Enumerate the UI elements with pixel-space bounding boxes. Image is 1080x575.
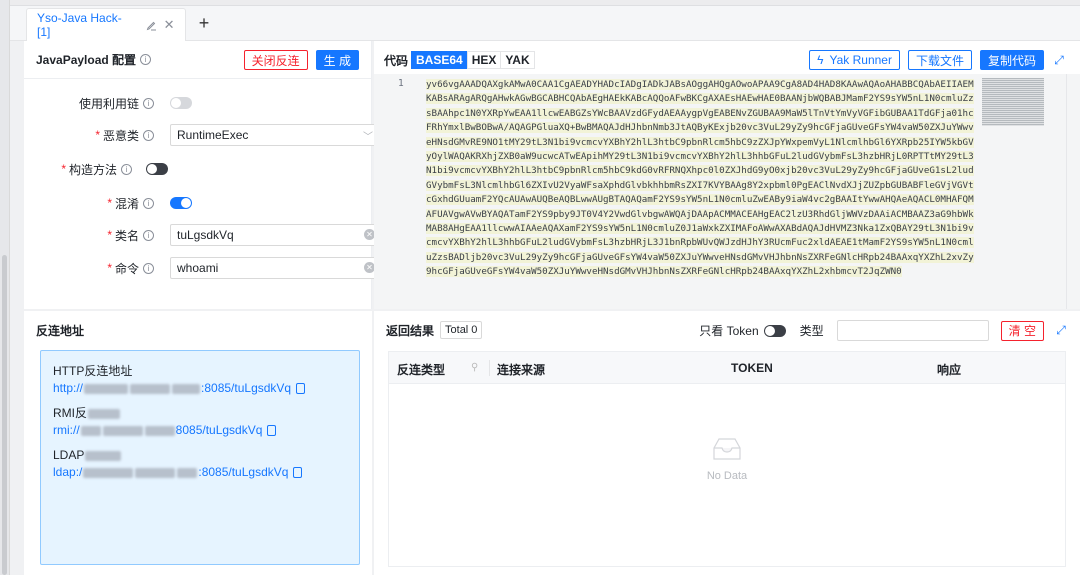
form-row-command: * 命令 i whoami ✕ <box>24 255 382 281</box>
code-actions: ϟ Yak Runner 下载文件 复制代码 ⤢ <box>809 50 1066 70</box>
ldap-address-label: LDAP <box>53 447 347 464</box>
left-scrollbar[interactable] <box>0 0 10 575</box>
form-row-construct-method: * 构造方法 i <box>24 156 372 182</box>
copy-icon[interactable] <box>296 383 306 394</box>
empty-inbox-icon <box>710 436 744 462</box>
code-scrollbar[interactable] <box>1066 74 1080 309</box>
code-minimap[interactable] <box>982 78 1044 126</box>
tab-bar: Yso-Java Hack-[1] ✕ + <box>10 0 1080 41</box>
code-title: 代码 <box>384 53 409 68</box>
column-header-reverse-type[interactable]: 反连类型 <box>397 361 445 378</box>
column-divider <box>489 360 490 376</box>
class-name-label: * 类名 i <box>107 227 154 244</box>
info-icon[interactable]: i <box>143 197 154 209</box>
form-row-class-name: * 类名 i tuLgsdkVq ✕ <box>24 222 382 248</box>
tab-yso-java-hack[interactable]: Yso-Java Hack-[1] ✕ <box>26 8 186 41</box>
table-header: 反连类型 ⚲ 连接来源 TOKEN 响应 <box>389 352 1065 384</box>
form-row-obfuscate: * 混淆 i <box>24 190 372 216</box>
code-panel: 代码 BASE64 HEX YAK ϟ Yak Runner 下载文件 复制代码 … <box>374 41 1080 309</box>
lightning-icon: ϟ <box>817 53 824 67</box>
copy-code-button[interactable]: 复制代码 <box>979 50 1044 70</box>
reverse-address-title: 反连地址 <box>36 323 85 338</box>
line-number: 1 <box>398 78 404 89</box>
download-file-button[interactable]: 下载文件 <box>907 50 972 70</box>
tab-label[interactable]: Yso-Java Hack-[1] <box>37 11 135 39</box>
obfuscate-label: * 混淆 i <box>107 195 154 212</box>
clear-button[interactable]: 清 空 <box>1000 320 1044 341</box>
reverse-address-box: HTTP反连地址 http:// :8085/tuLgsdkVq RMI反 rm… <box>40 350 360 565</box>
info-icon[interactable]: i <box>143 229 154 241</box>
info-icon[interactable]: i <box>143 97 154 109</box>
type-filter-input[interactable] <box>836 320 989 341</box>
ldap-address-url[interactable]: ldap:/ :8085/tuLgsdkVq <box>53 464 347 481</box>
column-header-source[interactable]: 连接来源 <box>497 361 545 378</box>
info-icon[interactable]: i <box>143 129 154 141</box>
only-token-switch[interactable] <box>763 324 786 337</box>
rmi-address-label: RMI反 <box>53 405 347 422</box>
search-icon[interactable]: ⚲ <box>471 362 478 373</box>
payload-config-header: JavaPayload 配置 i 关闭反连 生 成 <box>24 41 371 79</box>
results-header: 返回结果 Total 0 只看 Token 类型 清 空 ⤢ <box>374 311 1080 349</box>
tab-bar-top-strip <box>10 0 1080 6</box>
column-header-token[interactable]: TOKEN <box>731 361 773 375</box>
add-tab-button[interactable]: + <box>193 12 215 34</box>
close-icon[interactable]: ✕ <box>163 17 175 32</box>
empty-text: No Data <box>706 470 748 482</box>
ldap-address-block: LDAP ldap:/ :8085/tuLgsdkVq <box>53 447 347 481</box>
code-text: yv66vgAAADQAXgkAMwA0CAA1CgAEADYHADcIADgI… <box>426 79 974 278</box>
scrollbar-thumb[interactable] <box>2 255 7 575</box>
total-badge: Total 0 <box>440 321 483 339</box>
construct-method-label: * 构造方法 i <box>61 161 132 178</box>
payload-config-title: JavaPayload 配置 <box>36 53 137 67</box>
generate-button[interactable]: 生 成 <box>315 50 359 70</box>
copy-icon[interactable] <box>293 467 303 478</box>
edit-icon[interactable] <box>145 19 157 31</box>
form-row-malicious-class: * 恶意类 i RuntimeExec ﹀ <box>24 122 382 148</box>
info-icon[interactable]: i <box>143 262 154 274</box>
type-label: 类型 <box>799 324 824 338</box>
code-content[interactable]: yv66vgAAADQAXgkAMwA0CAA1CgAEADYHADcIADgI… <box>426 78 974 280</box>
class-name-input[interactable]: tuLgsdkVq ✕ <box>170 224 382 246</box>
chevron-down-icon: ﹀ <box>363 132 373 143</box>
rmi-address-url[interactable]: rmi:// 8085/tuLgsdkVq <box>53 422 347 439</box>
results-title: 返回结果 <box>386 323 435 338</box>
use-chain-switch[interactable] <box>170 97 192 109</box>
construct-method-switch[interactable] <box>146 163 168 175</box>
command-label: * 命令 i <box>107 260 154 277</box>
malicious-class-label: * 恶意类 i <box>95 127 154 144</box>
code-editor[interactable]: 1 yv66vgAAADQAXgkAMwA0CAA1CgAEADYHADcIAD… <box>374 74 1080 309</box>
close-reverse-button[interactable]: 关闭反连 <box>243 50 308 70</box>
form-row-use-chain: 使用利用链 i <box>24 90 372 116</box>
http-address-block: HTTP反连地址 http:// :8085/tuLgsdkVq <box>53 363 347 397</box>
http-address-url[interactable]: http:// :8085/tuLgsdkVq <box>53 380 347 397</box>
format-tab-base64[interactable]: BASE64 <box>411 51 468 69</box>
obfuscate-switch[interactable] <box>170 197 192 209</box>
malicious-class-select[interactable]: RuntimeExec ﹀ <box>170 124 382 146</box>
payload-config-panel: JavaPayload 配置 i 关闭反连 生 成 使用利用链 i * 恶意类 i R… <box>24 41 382 309</box>
info-icon[interactable]: i <box>121 163 132 175</box>
column-header-response[interactable]: 响应 <box>937 361 961 378</box>
use-chain-label: 使用利用链 i <box>79 95 154 112</box>
info-icon[interactable]: i <box>140 54 152 65</box>
results-table: 反连类型 ⚲ 连接来源 TOKEN 响应 No Data <box>388 351 1066 567</box>
expand-icon[interactable]: ⤢ <box>1054 323 1068 338</box>
results-panel: 返回结果 Total 0 只看 Token 类型 清 空 ⤢ 反连类型 ⚲ 连接… <box>374 311 1080 575</box>
results-controls: 只看 Token 类型 清 空 ⤢ <box>699 320 1068 341</box>
reverse-address-panel: 反连地址 HTTP反连地址 http:// :8085/tuLgsdkVq RM… <box>24 311 372 575</box>
empty-state: No Data <box>389 384 1065 534</box>
format-tab-yak[interactable]: YAK <box>500 51 535 69</box>
command-input[interactable]: whoami ✕ <box>170 257 382 279</box>
yak-runner-button[interactable]: ϟ Yak Runner <box>809 50 900 70</box>
only-token-label: 只看 Token <box>699 324 759 338</box>
reverse-address-header: 反连地址 <box>24 311 372 349</box>
rmi-address-block: RMI反 rmi:// 8085/tuLgsdkVq <box>53 405 347 439</box>
expand-icon[interactable]: ⤢ <box>1052 53 1066 68</box>
http-address-label: HTTP反连地址 <box>53 364 133 378</box>
format-tab-hex[interactable]: HEX <box>466 51 502 69</box>
copy-icon[interactable] <box>267 425 277 436</box>
